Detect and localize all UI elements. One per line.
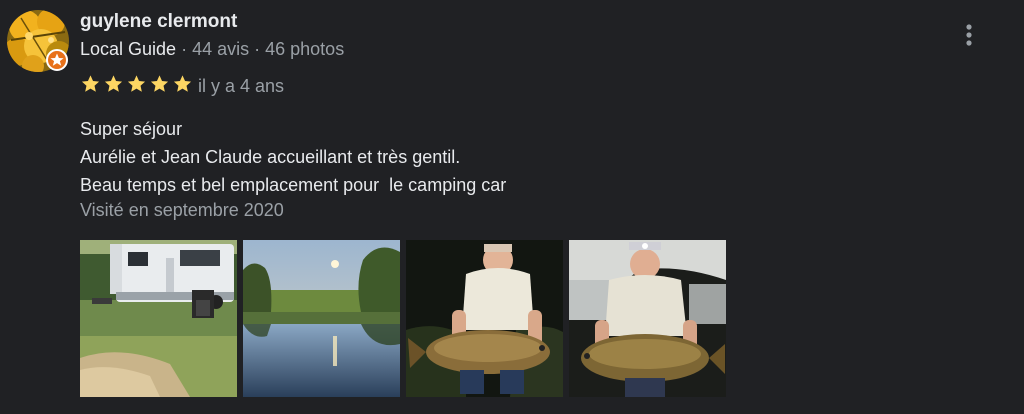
man-holding-carp-headlamp-photo-icon: [569, 240, 726, 397]
visited-date: Visité en septembre 2020: [80, 200, 284, 220]
author-avatar[interactable]: [7, 10, 69, 72]
review-text: Super séjour Aurélie et Jean Claude accu…: [80, 115, 506, 199]
meta-separator: ·: [249, 39, 266, 59]
star-icon: [173, 75, 192, 92]
star-icon: [104, 75, 123, 92]
reviews-count: 44 avis: [192, 39, 250, 59]
more-options-button[interactable]: [958, 20, 980, 50]
review-photos: [80, 240, 726, 397]
review-photo-carp-headlamp[interactable]: [569, 240, 726, 397]
review-text-line: Super séjour: [80, 119, 183, 139]
author-name[interactable]: guylene clermont: [80, 11, 237, 33]
review-photo-carp-night[interactable]: [406, 240, 563, 397]
review-photo-camper[interactable]: [80, 240, 237, 397]
star-icon: [81, 75, 100, 92]
review-photo-pond[interactable]: [243, 240, 400, 397]
man-holding-carp-photo-icon: [406, 240, 563, 397]
photos-count: 46 photos: [265, 39, 345, 59]
star-icon: [150, 75, 169, 92]
review-card: guylene clermont Local Guide · 44 avis ·…: [0, 0, 1024, 414]
author-meta: Local Guide · 44 avis · 46 photos: [80, 39, 344, 60]
local-guide-badge-icon: [46, 49, 68, 71]
review-text-line: Beau temps et bel emplacement pour le ca…: [80, 175, 507, 195]
camper-van-photo-icon: [80, 240, 237, 397]
star-rating: [80, 73, 193, 97]
star-icon: [127, 75, 146, 92]
local-guide-label: Local Guide: [80, 39, 177, 59]
pond-sunset-photo-icon: [243, 240, 400, 397]
more-vert-icon: [966, 24, 972, 46]
review-date: il y a 4 ans: [198, 76, 285, 96]
meta-separator: ·: [176, 39, 193, 59]
review-text-line: Aurélie et Jean Claude accueillant et tr…: [80, 147, 461, 167]
